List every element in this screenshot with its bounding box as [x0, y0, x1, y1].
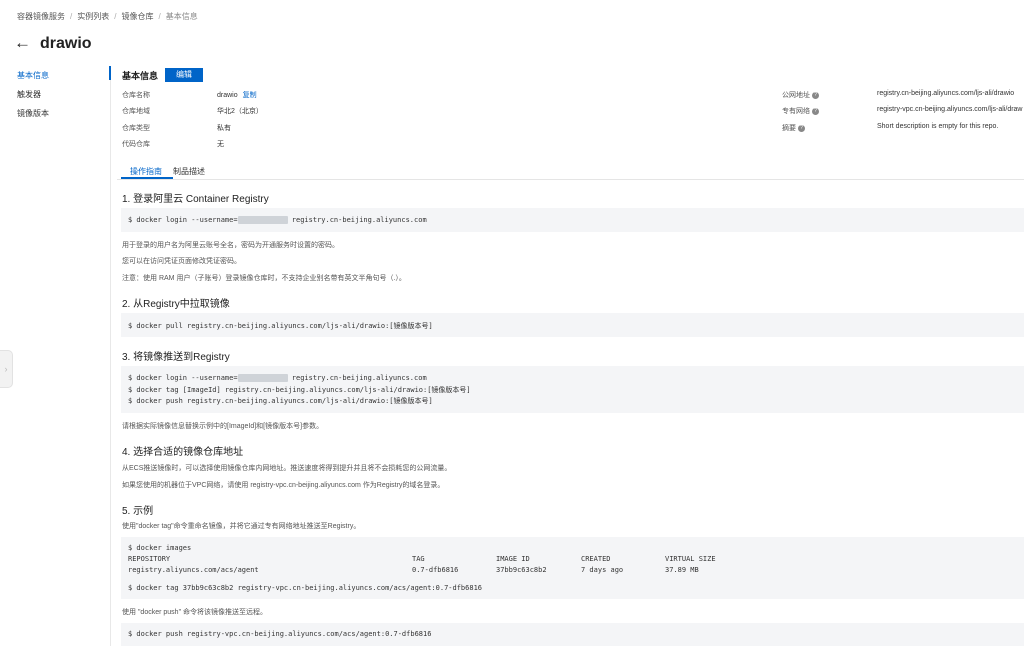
code-block-push: $ docker login --username= registry.cn-b… [121, 366, 1024, 413]
redacted-username [237, 374, 288, 382]
breadcrumb-item-instances[interactable]: 实例列表 [77, 12, 109, 21]
table-cell-created: 7 days ago [581, 566, 624, 574]
field-label-summary: 摘要? [782, 123, 805, 133]
breadcrumb-separator: / [70, 12, 73, 21]
arrow-left-icon[interactable]: ← [14, 33, 31, 53]
field-label-region: 仓库地域 [122, 108, 150, 115]
code-block-example: $ docker images REPOSITORY TAG IMAGE ID … [121, 537, 1024, 599]
breadcrumb-item-current: 基本信息 [165, 12, 198, 21]
sidebar-divider [110, 66, 111, 646]
field-value-repo-name: drawio 复制 [217, 90, 257, 100]
table-cell-tag: 0.7-dfb6816 [412, 566, 459, 574]
code-line: $ docker push registry.cn-beijing.aliyun… [128, 397, 433, 405]
code-block-push-example: $ docker push registry-vpc.cn-beijing.al… [121, 623, 1024, 646]
active-tab-indicator [121, 177, 173, 179]
note: 注意：使用 RAM 用户（子账号）登录镜像仓库时，不支持企业别名带有英文半角句号… [122, 275, 406, 282]
edit-button[interactable]: 编辑 [165, 68, 203, 82]
guide-step-5-title: 5. 示例 [122, 506, 154, 517]
col-header-size: VIRTUAL SIZE [665, 555, 716, 563]
note: 使用"docker tag"命令重命名镜像，并将它通过专有网络地址推送至Regi… [122, 523, 361, 530]
code-line: $ docker pull registry.cn-beijing.aliyun… [128, 322, 433, 330]
code-line: $ docker login --username= registry.cn-b… [128, 374, 427, 382]
field-value-repo-type: 私有 [217, 125, 231, 132]
section-title: 基本信息 [122, 71, 159, 81]
repo-name: drawio [217, 92, 238, 99]
table-cell-image-id: 37bb9c63c8b2 [496, 566, 547, 574]
code-block-login: $ docker login --username= registry.cn-b… [121, 208, 1024, 232]
field-label-repo-name: 仓库名称 [122, 92, 150, 99]
code-line: $ docker images [128, 544, 192, 552]
breadcrumb: 容器镜像服务 / 实例列表 / 镜像仓库 / 基本信息 [17, 11, 198, 22]
note: 如果您使用的机器位于VPC网络，请使用 registry-vpc.cn-beij… [122, 482, 445, 489]
note: 您可以在访问凭证页面修改凭证密码。 [122, 258, 241, 265]
chevron-right-icon[interactable]: › [0, 350, 13, 388]
note: 从ECS推送镜像时，可以选择使用镜像仓库内网地址。推送速度将得到提升并且将不会损… [122, 465, 452, 472]
tabs: 操作指南 制品描述 [117, 163, 1024, 180]
question-icon[interactable]: ? [812, 107, 819, 115]
guide-step-4-title: 4. 选择合适的镜像仓库地址 [122, 447, 244, 458]
col-header-tag: TAG [412, 555, 425, 563]
note: 用于登录的用户名为阿里云账号全名，密码为开通服务时设置的密码。 [122, 242, 339, 249]
code-line: $ docker login --username= registry.cn-b… [128, 216, 427, 224]
code-block-pull: $ docker pull registry.cn-beijing.aliyun… [121, 313, 1024, 337]
breadcrumb-item-service[interactable]: 容器镜像服务 [17, 12, 65, 21]
field-label-code-repo: 代码仓库 [122, 141, 150, 148]
code-line: $ docker tag 37bb9c63c8b2 registry-vpc.c… [128, 584, 483, 592]
question-icon[interactable]: ? [798, 124, 805, 132]
tab-description[interactable]: 制品描述 [173, 166, 205, 177]
breadcrumb-item-repos[interactable]: 镜像仓库 [121, 12, 153, 21]
tab-guide[interactable]: 操作指南 [130, 166, 162, 177]
breadcrumb-separator: / [158, 12, 161, 21]
field-value-code-repo: 无 [217, 141, 224, 148]
breadcrumb-separator: / [114, 12, 117, 21]
guide-step-1-title: 1. 登录阿里云 Container Registry [122, 194, 269, 205]
guide-step-3-title: 3. 将镜像推送到Registry [122, 352, 230, 363]
code-line: $ docker push registry-vpc.cn-beijing.al… [128, 630, 432, 638]
summary-value: Short description is empty for this repo… [877, 123, 999, 130]
sidebar-item-basic-info[interactable]: 基本信息 [0, 66, 100, 85]
vpc-url-value: registry-vpc.cn-beijing.aliyuncs.com/ljs… [877, 106, 1023, 113]
table-cell-repository: registry.aliyuncs.com/acs/agent [128, 566, 259, 574]
note: 使用 "docker push" 命令将该镜像推送至远程。 [122, 609, 267, 616]
redacted-username [237, 216, 288, 224]
sidebar-item-triggers[interactable]: 触发器 [0, 85, 100, 104]
field-label-public-url: 公网地址? [782, 90, 819, 100]
col-header-repository: REPOSITORY [128, 555, 171, 563]
col-header-created: CREATED [581, 555, 611, 563]
field-value-region: 华北2（北京） [217, 108, 263, 115]
guide-step-2-title: 2. 从Registry中拉取镜像 [122, 299, 230, 310]
copy-link[interactable]: 复制 [243, 92, 257, 99]
note: 请根据实际镜像信息替换示例中的[ImageId]和[镜像版本号]参数。 [122, 423, 324, 430]
public-url-value: registry.cn-beijing.aliyuncs.com/ljs-ali… [877, 90, 1015, 97]
table-cell-size: 37.89 MB [665, 566, 699, 574]
field-label-repo-type: 仓库类型 [122, 125, 150, 132]
question-icon[interactable]: ? [812, 91, 819, 99]
field-label-vpc-url: 专有网络? [782, 106, 819, 116]
col-header-image-id: IMAGE ID [496, 555, 530, 563]
sidebar-item-image-versions[interactable]: 镜像版本 [0, 104, 100, 123]
sidebar: 基本信息 触发器 镜像版本 [0, 66, 100, 123]
page-title: drawio [40, 35, 92, 52]
section-indicator [109, 66, 111, 80]
code-line: $ docker tag [ImageId] registry.cn-beiji… [128, 386, 471, 394]
